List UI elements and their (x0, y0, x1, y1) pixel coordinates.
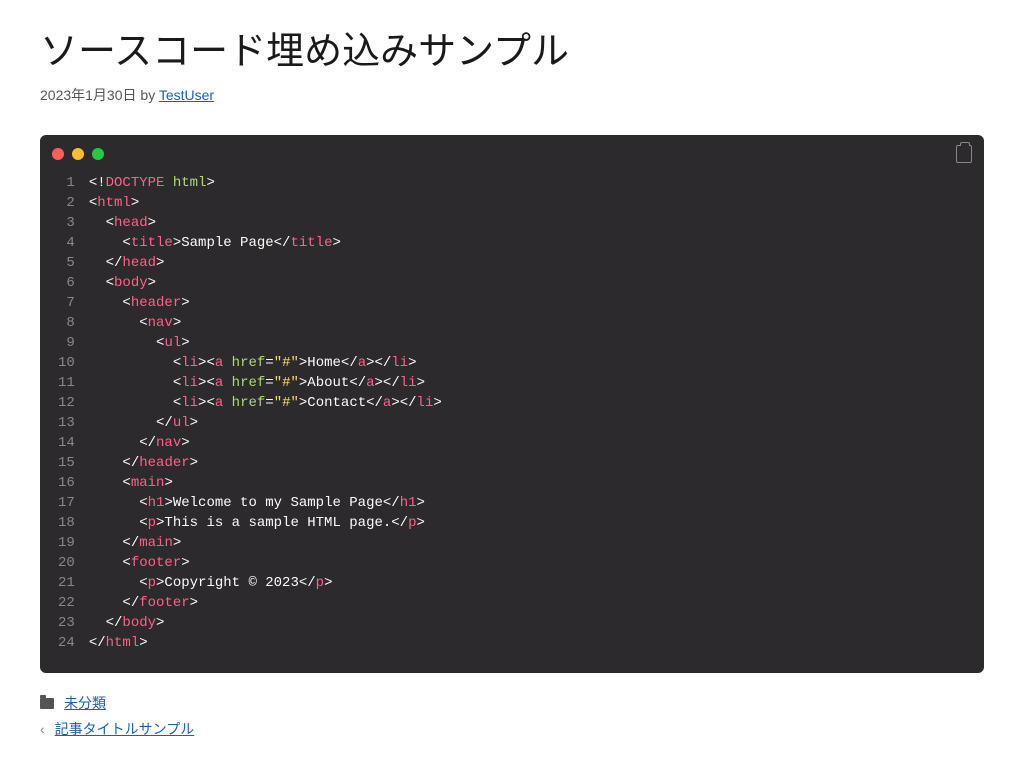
line-number: 8 (58, 313, 75, 333)
line-number: 9 (58, 333, 75, 353)
line-number: 13 (58, 413, 75, 433)
line-number: 7 (58, 293, 75, 313)
line-number: 23 (58, 613, 75, 633)
clipboard-icon[interactable] (956, 145, 972, 163)
line-numbers: 123456789101112131415161718192021222324 (40, 173, 89, 653)
line-number: 18 (58, 513, 75, 533)
code-line: <body> (89, 273, 984, 293)
code-line: </footer> (89, 593, 984, 613)
code-block: 123456789101112131415161718192021222324 … (40, 135, 984, 673)
meta-by: by (137, 87, 159, 103)
code-line: </head> (89, 253, 984, 273)
traffic-red-icon (52, 148, 64, 160)
code-line: <ul> (89, 333, 984, 353)
category-row: 未分類 (40, 693, 984, 713)
code-line: <!DOCTYPE html> (89, 173, 984, 193)
line-number: 24 (58, 633, 75, 653)
post-meta: 2023年1月30日 by TestUser (40, 85, 984, 105)
traffic-green-icon (92, 148, 104, 160)
line-number: 21 (58, 573, 75, 593)
code-line: </body> (89, 613, 984, 633)
line-number: 3 (58, 213, 75, 233)
code-line: </header> (89, 453, 984, 473)
code-line: <li><a href="#">About</a></li> (89, 373, 984, 393)
line-number: 11 (58, 373, 75, 393)
footer-meta: 未分類 ‹ 記事タイトルサンプル (40, 693, 984, 739)
code-line: <li><a href="#">Home</a></li> (89, 353, 984, 373)
line-number: 10 (58, 353, 75, 373)
code-line: <p>Copyright © 2023</p> (89, 573, 984, 593)
code-line: <footer> (89, 553, 984, 573)
code-line: </ul> (89, 413, 984, 433)
code-lines: <!DOCTYPE html><html> <head> <title>Samp… (89, 173, 984, 653)
line-number: 12 (58, 393, 75, 413)
code-line: <head> (89, 213, 984, 233)
traffic-yellow-icon (72, 148, 84, 160)
line-number: 16 (58, 473, 75, 493)
page-title: ソースコード埋め込みサンプル (40, 20, 984, 75)
line-number: 20 (58, 553, 75, 573)
prev-post-link[interactable]: 記事タイトルサンプル (55, 719, 195, 739)
post-date: 2023年1月30日 (40, 87, 137, 103)
code-line: <header> (89, 293, 984, 313)
line-number: 22 (58, 593, 75, 613)
code-line: <p>This is a sample HTML page.</p> (89, 513, 984, 533)
line-number: 2 (58, 193, 75, 213)
code-line: <main> (89, 473, 984, 493)
code-line: </main> (89, 533, 984, 553)
traffic-lights (52, 148, 104, 160)
line-number: 17 (58, 493, 75, 513)
code-line: <title>Sample Page</title> (89, 233, 984, 253)
line-number: 4 (58, 233, 75, 253)
author-link[interactable]: TestUser (159, 87, 214, 103)
code-header (40, 135, 984, 173)
code-line: <li><a href="#">Contact</a></li> (89, 393, 984, 413)
line-number: 1 (58, 173, 75, 193)
code-line: </nav> (89, 433, 984, 453)
line-number: 5 (58, 253, 75, 273)
code-content: 123456789101112131415161718192021222324 … (40, 173, 984, 673)
line-number: 14 (58, 433, 75, 453)
category-link[interactable]: 未分類 (64, 693, 106, 713)
code-line: <h1>Welcome to my Sample Page</h1> (89, 493, 984, 513)
line-number: 19 (58, 533, 75, 553)
prev-post-row: ‹ 記事タイトルサンプル (40, 719, 984, 739)
line-number: 6 (58, 273, 75, 293)
code-line: </html> (89, 633, 984, 653)
line-number: 15 (58, 453, 75, 473)
code-line: <nav> (89, 313, 984, 333)
folder-icon (40, 698, 54, 709)
code-line: <html> (89, 193, 984, 213)
chevron-left-icon: ‹ (40, 721, 45, 737)
